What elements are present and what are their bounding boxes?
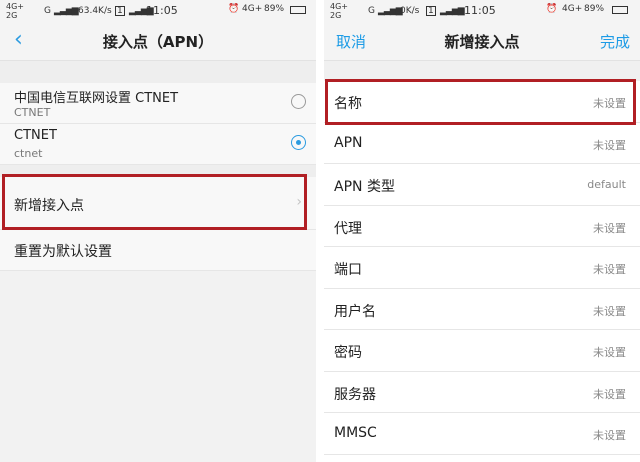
reset-default-row[interactable]: 重置为默认设置 [0, 230, 316, 271]
highlight-box [2, 174, 307, 230]
signal-bars-icon: ▂▃▅▆ [54, 6, 79, 16]
field-label: 端口 [334, 262, 362, 278]
field-label: 密码 [334, 345, 362, 361]
field-label: APN 类型 [334, 179, 395, 195]
sim-icon: 1 [115, 6, 125, 16]
apn-item[interactable]: CTNET ctnet [0, 124, 316, 165]
section-gap [324, 61, 640, 81]
network-type-right: 4G+ [562, 4, 583, 14]
network-type: 4G+ 2G [330, 2, 348, 20]
field-label: 用户名 [334, 303, 376, 320]
field-label: 服务器 [334, 386, 376, 403]
battery-icon [612, 6, 628, 14]
network-speed: 63.4K/s [78, 6, 112, 16]
radio-selected-icon[interactable] [291, 135, 306, 150]
highlight-box [325, 79, 636, 125]
apn-list-screen: 4G+ 2G G ▂▃▅▆ 63.4K/s 1 ▂▃▅▆ 11:05 ⏰ 4G+… [0, 0, 316, 462]
field-value: 未设置 [593, 304, 626, 318]
section-gap [0, 61, 316, 83]
network-type-right: 4G+ [242, 4, 263, 14]
clock: 11:05 [146, 4, 178, 17]
field-apn-type[interactable]: APN 类型 default [324, 164, 640, 206]
status-bar: 4G+ 2G G ▂▃▅▆ 0K/s 1 ▂▃▅▆ 11:05 ⏰ 4G+ 89… [324, 0, 640, 22]
field-mmsc[interactable]: MMSC 未设置 [324, 413, 640, 455]
apn-name: CTNET [14, 128, 57, 143]
field-value: 未设置 [593, 138, 626, 152]
field-label: APN [334, 134, 363, 151]
signal-label: G [368, 6, 375, 16]
field-label: 代理 [334, 220, 362, 237]
alarm-icon: ⏰ [228, 4, 240, 14]
status-bar: 4G+ 2G G ▂▃▅▆ 63.4K/s 1 ▂▃▅▆ 11:05 ⏰ 4G+… [0, 0, 316, 22]
field-value: 未设置 [593, 263, 626, 276]
battery-icon [290, 6, 306, 14]
field-proxy[interactable]: 代理 未设置 [324, 205, 640, 247]
field-port[interactable]: 端口 未设置 [324, 247, 640, 289]
battery-level: 89% [264, 4, 285, 14]
network-speed: 0K/s [400, 6, 420, 16]
apn-group: 中国电信互联网设置 CTNET CTNET CTNET ctnet [0, 83, 316, 165]
clock: 11:05 [464, 4, 496, 17]
signal-label: G [44, 6, 51, 16]
field-value: 未设置 [593, 346, 626, 359]
battery-level: 89% [584, 4, 605, 14]
field-value: 未设置 [593, 429, 626, 442]
apn-field-list: 名称 未设置 APN 未设置 APN 类型 default 代理 未设置 端口 … [324, 81, 640, 455]
sim-icon: 1 [426, 6, 436, 16]
title-bar: 取消 新增接入点 完成 [324, 22, 640, 61]
title-bar: ‹ 接入点（APN） [0, 22, 316, 61]
field-server[interactable]: 服务器 未设置 [324, 371, 640, 413]
apn-item[interactable]: 中国电信互联网设置 CTNET CTNET [0, 83, 316, 124]
alarm-icon: ⏰ [546, 4, 558, 14]
page-title: 新增接入点 [444, 33, 520, 51]
page-title: 接入点（APN） [102, 33, 214, 51]
reset-default-label: 重置为默认设置 [14, 244, 112, 260]
field-password[interactable]: 密码 未设置 [324, 330, 640, 372]
network-type: 4G+ 2G [6, 2, 24, 20]
field-value: default [587, 178, 626, 191]
field-value: 未设置 [593, 387, 626, 401]
signal-bars-icon: ▂▃▅▆ [378, 6, 403, 16]
add-apn-screen: 4G+ 2G G ▂▃▅▆ 0K/s 1 ▂▃▅▆ 11:05 ⏰ 4G+ 89… [324, 0, 640, 462]
field-apn[interactable]: APN 未设置 [324, 122, 640, 164]
field-value: 未设置 [593, 221, 626, 235]
apn-name: 中国电信互联网设置 CTNET [14, 91, 179, 106]
radio-unselected-icon[interactable] [291, 94, 306, 109]
field-label: MMSC [334, 425, 377, 441]
signal-bars-icon-2: ▂▃▅▆ [440, 6, 465, 16]
apn-value: ctnet [14, 147, 43, 160]
done-button[interactable]: 完成 [600, 31, 630, 52]
apn-value: CTNET [14, 106, 51, 119]
panel-divider [316, 0, 324, 462]
field-username[interactable]: 用户名 未设置 [324, 288, 640, 330]
